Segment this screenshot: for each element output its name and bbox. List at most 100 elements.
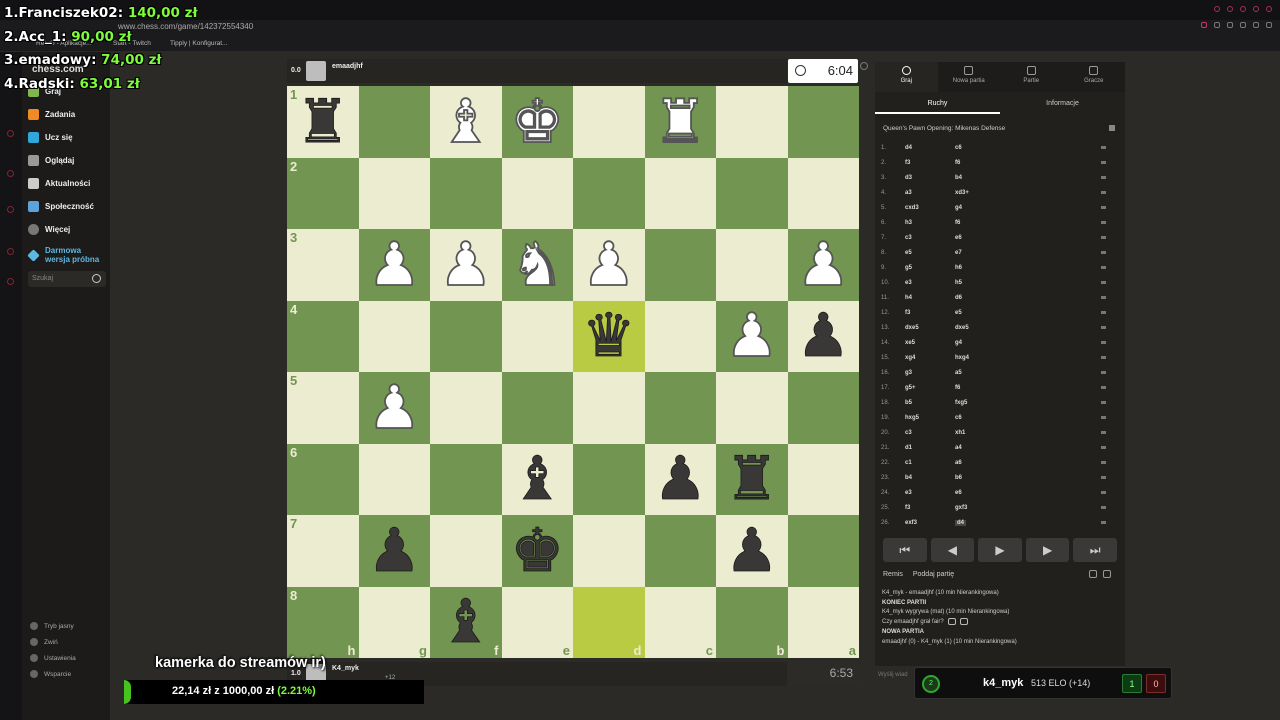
white-move[interactable]: xe5 — [905, 340, 915, 346]
board-square[interactable]: ♛ — [573, 300, 645, 372]
white-move[interactable]: e3 — [905, 280, 912, 286]
thumbs-up-icon[interactable] — [947, 618, 956, 626]
black-move[interactable]: dxe5 — [955, 325, 969, 331]
board-square[interactable]: 2 — [287, 157, 359, 229]
black-move[interactable]: c6 — [955, 145, 962, 151]
search-icon[interactable] — [92, 274, 101, 283]
black-piece[interactable]: ♟ — [653, 449, 708, 510]
white-move[interactable]: g5+ — [905, 385, 916, 391]
board-square[interactable]: ♟ — [573, 229, 645, 301]
board-square[interactable] — [644, 157, 716, 229]
browser-action-icons[interactable] — [1201, 22, 1272, 28]
black-piece[interactable]: ♛ — [581, 306, 636, 367]
board-square[interactable] — [787, 86, 859, 158]
black-piece[interactable]: ♜ — [724, 449, 779, 510]
board-square[interactable]: ♚ — [501, 86, 573, 158]
white-move[interactable]: f3 — [905, 310, 910, 316]
nav-settings[interactable]: Ustawienia — [30, 654, 76, 662]
white-move[interactable]: exf3 — [905, 520, 917, 526]
tab-nowa-partia[interactable]: Nowa partia — [938, 62, 1001, 92]
white-piece[interactable]: ♟ — [366, 377, 422, 439]
board-square[interactable] — [573, 157, 645, 229]
board-settings-icon[interactable] — [860, 62, 868, 70]
board-square[interactable]: ♟ — [358, 515, 430, 587]
white-piece[interactable]: ♞ — [509, 234, 565, 296]
white-move[interactable]: b4 — [905, 475, 912, 481]
black-move[interactable]: b4 — [955, 175, 962, 181]
board-square[interactable]: b — [716, 586, 788, 658]
thumbs-down-icon[interactable] — [959, 618, 968, 626]
nav-wiecej[interactable]: Więcej — [28, 224, 70, 235]
board-square[interactable]: ♞ — [501, 229, 573, 301]
address-bar[interactable]: www.chess.com/game/142372554340 — [118, 22, 253, 31]
board-square[interactable] — [644, 515, 716, 587]
board-square[interactable] — [573, 515, 645, 587]
board-square[interactable] — [430, 300, 502, 372]
nav-ucz-sie[interactable]: Ucz się — [28, 132, 73, 143]
strip-icon[interactable] — [7, 278, 14, 285]
nav-collapse[interactable]: Zwiń — [30, 638, 58, 646]
black-piece[interactable]: ♟ — [724, 520, 779, 581]
white-piece[interactable]: ♚ — [509, 91, 565, 153]
black-move[interactable]: a5 — [955, 370, 962, 376]
nav-zadania[interactable]: Zadania — [28, 109, 75, 120]
black-move[interactable]: f6 — [955, 160, 960, 166]
board-square[interactable] — [787, 515, 859, 587]
bottom-player-name[interactable]: K4_myk — [332, 665, 359, 672]
nav-ogladaj[interactable]: Oglądaj — [28, 155, 74, 166]
white-move[interactable]: d4 — [905, 145, 912, 151]
board-square[interactable]: 7 — [287, 515, 359, 587]
black-piece[interactable]: ♝ — [438, 592, 493, 653]
strip-icon[interactable] — [7, 130, 14, 137]
book-icon[interactable] — [1109, 125, 1115, 131]
white-move[interactable]: d1 — [905, 445, 912, 451]
white-move[interactable]: dxe5 — [905, 325, 919, 331]
board-square[interactable]: ♟ — [358, 229, 430, 301]
top-player-avatar[interactable] — [306, 61, 326, 81]
black-move[interactable]: xh1 — [955, 430, 965, 436]
board-square[interactable]: ♜ — [644, 86, 716, 158]
board-square[interactable] — [573, 86, 645, 158]
white-move[interactable]: h4 — [905, 295, 912, 301]
black-move[interactable]: xd3+ — [955, 190, 969, 196]
board-square[interactable] — [787, 443, 859, 515]
board-square[interactable] — [358, 86, 430, 158]
board-square[interactable] — [501, 157, 573, 229]
white-move[interactable]: d3 — [905, 175, 912, 181]
board-square[interactable] — [787, 372, 859, 444]
black-move[interactable]: h5 — [955, 280, 962, 286]
subtab-ruchy[interactable]: Ruchy — [875, 94, 1000, 114]
white-move[interactable]: e5 — [905, 250, 912, 256]
board-square[interactable]: ♟ — [644, 443, 716, 515]
board-square[interactable] — [430, 515, 502, 587]
board-square[interactable]: 6 — [287, 443, 359, 515]
white-move[interactable]: c1 — [905, 460, 912, 466]
board-square[interactable] — [716, 157, 788, 229]
white-move[interactable]: g3 — [905, 370, 912, 376]
board-square[interactable]: g — [358, 586, 430, 658]
board-square[interactable]: ♟ — [716, 515, 788, 587]
board-square[interactable] — [787, 157, 859, 229]
board-square[interactable] — [358, 157, 430, 229]
strip-icon[interactable] — [7, 206, 14, 213]
white-piece[interactable]: ♟ — [366, 234, 422, 296]
board-square[interactable]: e — [501, 586, 573, 658]
white-move[interactable]: c3 — [905, 430, 912, 436]
black-piece[interactable]: ♜ — [295, 91, 350, 152]
board-square[interactable] — [644, 300, 716, 372]
white-move[interactable]: b5 — [905, 400, 912, 406]
first-move-button[interactable]: ⏮ — [883, 538, 927, 562]
strip-icon[interactable] — [7, 170, 14, 177]
white-move[interactable]: e3 — [905, 490, 912, 496]
chessboard[interactable]: 1 ♜ ♝ ♚ ♜ 2 3 ♟ ♟ ♞ ♟ ♟ 4 ♛ ♟ ♟ 5 ♟ 6 ♝ ♟ ♜ 7 ♟ ♚ ♟ 8 h g f ♝ e d c b a — [287, 86, 859, 658]
board-square[interactable] — [430, 157, 502, 229]
top-player-name[interactable]: emaadjhf — [332, 63, 363, 70]
white-piece[interactable]: ♟ — [438, 234, 494, 296]
white-move[interactable]: a3 — [905, 190, 912, 196]
black-move[interactable]: g4 — [955, 340, 962, 346]
board-square[interactable] — [644, 372, 716, 444]
board-square[interactable]: 3 — [287, 229, 359, 301]
board-square[interactable]: ♝ — [501, 443, 573, 515]
black-move[interactable]: b6 — [955, 475, 962, 481]
black-move[interactable]: e7 — [955, 250, 962, 256]
